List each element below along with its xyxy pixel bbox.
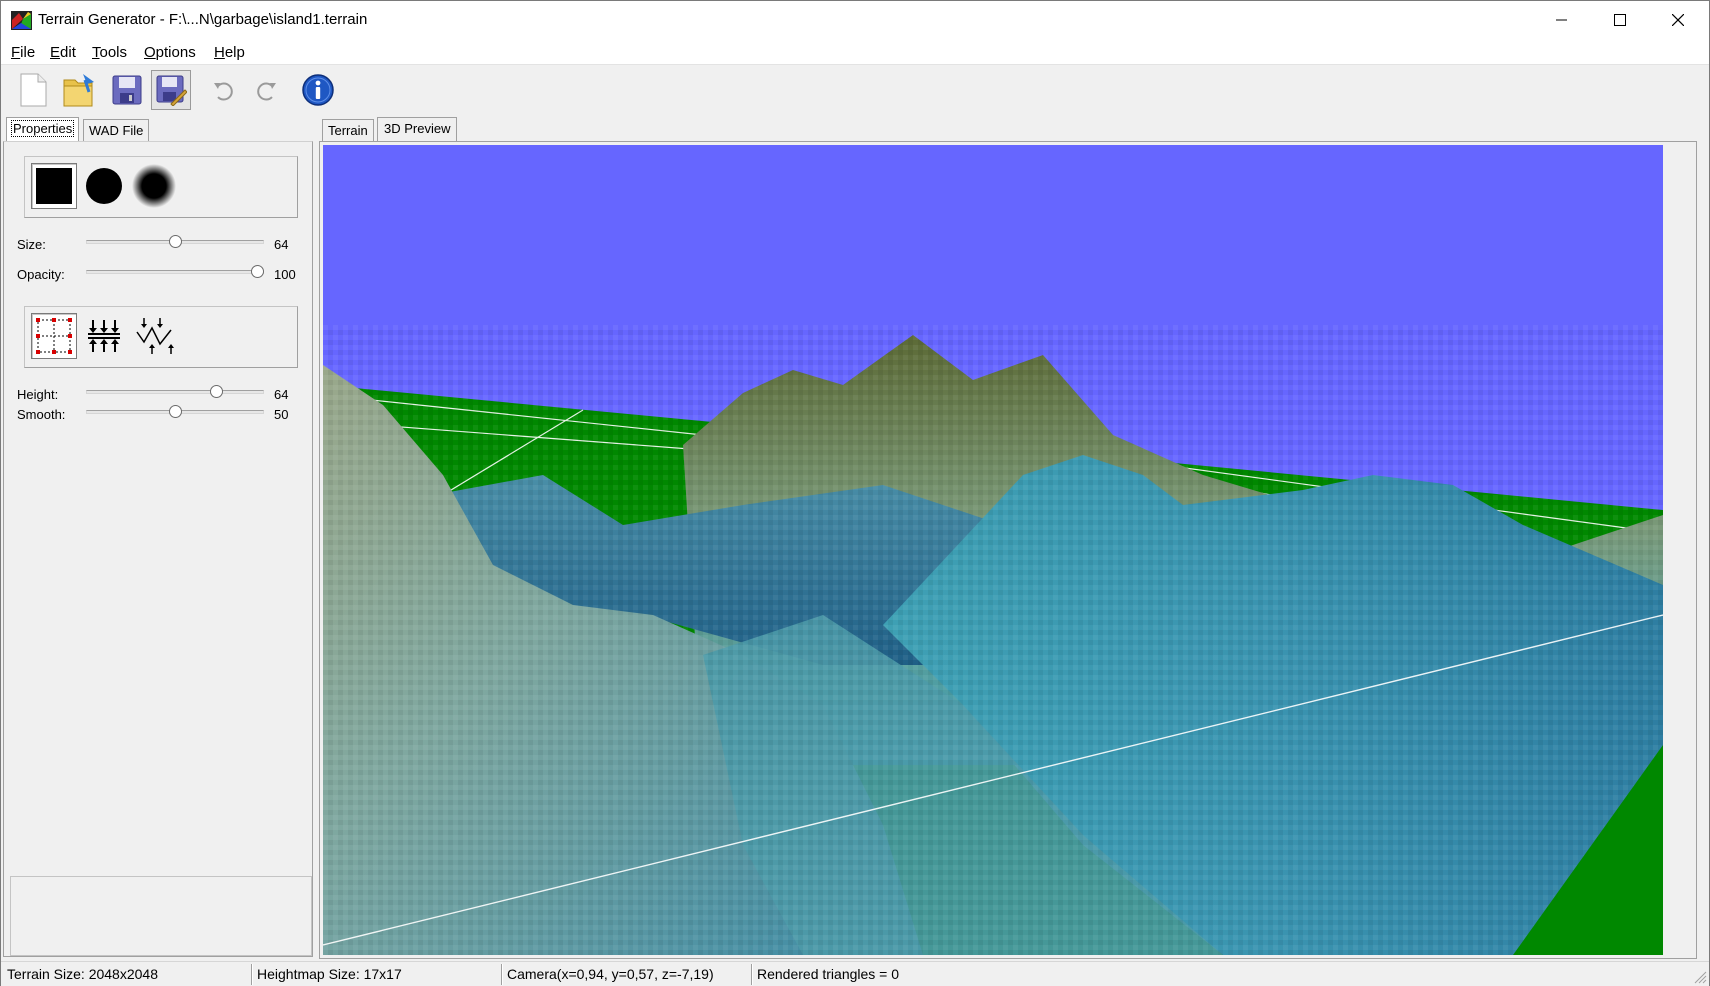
minimize-button[interactable] — [1533, 1, 1591, 39]
menu-edit[interactable]: Edit — [50, 44, 76, 61]
raise-lower-icon — [88, 320, 120, 352]
opacity-value: 100 — [274, 267, 296, 282]
height-slider-track[interactable] — [86, 390, 264, 394]
status-terrain-size: Terrain Size: 2048x2048 — [7, 966, 158, 982]
save-as-icon — [156, 75, 187, 106]
smooth-value: 50 — [274, 407, 289, 422]
square-brush-icon — [36, 168, 72, 204]
soft-circle-brush-icon — [132, 164, 176, 208]
undo-icon — [214, 82, 233, 101]
status-bar: Terrain Size: 2048x2048 Heightmap Size: … — [1, 961, 1709, 986]
minimize-icon — [1556, 19, 1567, 21]
smooth-tool-button[interactable] — [131, 313, 177, 359]
size-label: Size: — [17, 237, 46, 252]
menu-tools[interactable]: Tools — [92, 44, 127, 61]
new-file-button[interactable] — [13, 70, 53, 110]
raise-lower-button[interactable] — [81, 313, 127, 359]
brush-shape-group — [24, 156, 298, 218]
3d-terrain-render — [323, 145, 1663, 955]
select-points-icon — [36, 318, 72, 354]
size-value: 64 — [274, 237, 289, 252]
soft-circle-brush-button[interactable] — [131, 163, 177, 209]
tab-properties[interactable]: Properties — [6, 117, 80, 141]
open-folder-icon — [63, 74, 94, 107]
height-slider-thumb[interactable] — [209, 385, 223, 398]
close-button[interactable] — [1649, 1, 1707, 39]
menu-file[interactable]: File — [11, 44, 35, 61]
smooth-slider-thumb[interactable] — [168, 405, 182, 418]
circle-brush-button[interactable] — [81, 163, 127, 209]
info-button[interactable] — [298, 70, 338, 110]
window-title: Terrain Generator - F:\...N\garbage\isla… — [38, 11, 368, 28]
toolbar — [1, 66, 1709, 114]
save-icon — [112, 75, 142, 105]
resize-grip-icon[interactable] — [1693, 970, 1707, 984]
redo-button[interactable] — [247, 70, 287, 110]
redo-icon — [257, 82, 276, 101]
circle-brush-icon — [86, 168, 122, 204]
smooth-label: Smooth: — [17, 407, 66, 422]
close-icon — [1672, 14, 1684, 26]
terrain-generator-window: Terrain Generator - F:\...N\garbage\isla… — [0, 0, 1710, 986]
status-heightmap-size: Heightmap Size: 17x17 — [257, 966, 402, 982]
height-value: 64 — [274, 387, 289, 402]
size-slider-thumb[interactable] — [168, 235, 182, 248]
save-button[interactable] — [107, 70, 147, 110]
menu-help[interactable]: Help — [214, 44, 245, 61]
terrain-app-icon — [11, 11, 32, 30]
opacity-label: Opacity: — [17, 267, 65, 282]
status-triangles: Rendered triangles = 0 — [757, 966, 900, 982]
tool-mode-group — [24, 306, 298, 368]
3d-preview-viewport[interactable] — [323, 145, 1663, 955]
open-file-button[interactable] — [59, 70, 99, 110]
maximize-button[interactable] — [1591, 1, 1649, 39]
info-box — [10, 876, 312, 956]
height-label: Height: — [17, 387, 59, 402]
maximize-icon — [1614, 14, 1626, 26]
preview-side-strip — [1664, 145, 1694, 955]
undo-button[interactable] — [203, 70, 243, 110]
properties-panel: Size: 64 Opacity: 100 Height: 64 Smooth:… — [3, 141, 313, 957]
status-camera: Camera(x=0,94, y=0,57, z=-7,19) — [507, 966, 714, 982]
tab-wad-file[interactable]: WAD File — [83, 119, 150, 141]
title-bar: Terrain Generator - F:\...N\garbage\isla… — [1, 1, 1709, 39]
new-file-icon — [20, 73, 47, 107]
info-icon — [302, 74, 334, 106]
smooth-icon — [136, 318, 174, 354]
save-as-button[interactable] — [151, 70, 191, 110]
menu-bar: File Edit Tools Options Help — [1, 39, 1709, 65]
square-brush-button[interactable] — [31, 163, 77, 209]
texture-overlay — [323, 325, 1663, 955]
menu-options[interactable]: Options — [144, 44, 196, 61]
opacity-slider-thumb[interactable] — [251, 265, 264, 278]
select-points-button[interactable] — [31, 313, 77, 359]
tab-terrain[interactable]: Terrain — [322, 119, 374, 141]
tab-3d-preview[interactable]: 3D Preview — [377, 117, 458, 141]
opacity-slider-track[interactable] — [86, 270, 264, 274]
